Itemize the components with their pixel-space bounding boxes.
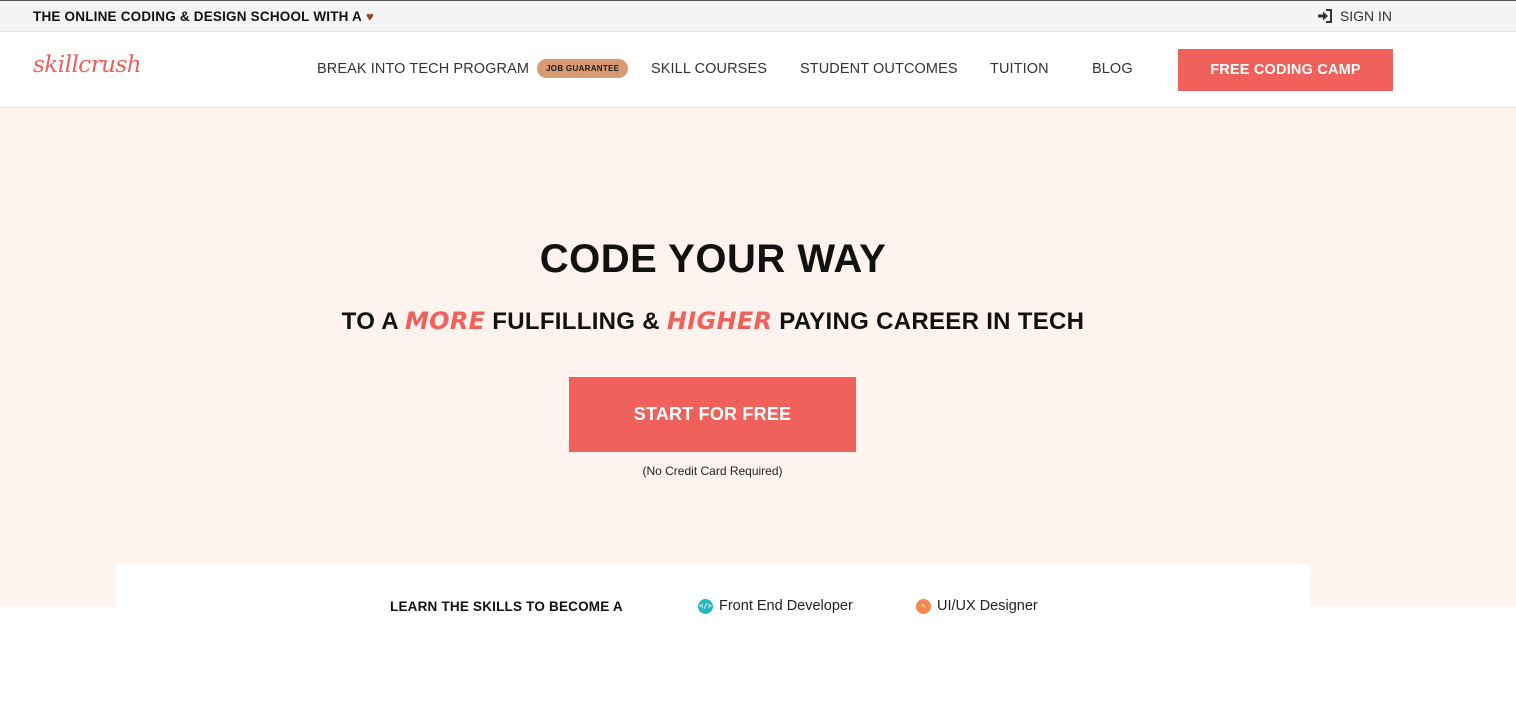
nav-item-skill-courses[interactable]: SKILL COURSES [651, 61, 767, 77]
free-coding-camp-button[interactable]: FREE CODING CAMP [1178, 49, 1393, 91]
nav-item-label: BREAK INTO TECH PROGRAM [317, 60, 530, 77]
sign-in-icon [1317, 9, 1332, 23]
heart-icon: ♥ [366, 9, 374, 24]
subtitle-text-3: PAYING CAREER IN TECH [772, 308, 1085, 335]
hero-title: CODE YOUR WAY [539, 237, 887, 281]
subtitle-text-1: TO A [341, 308, 405, 335]
code-icon: </> [698, 598, 713, 614]
announcement-text: THE ONLINE CODING & DESIGN SCHOOL WITH A… [33, 9, 374, 24]
skill-label: Front End Developer [719, 598, 853, 614]
nav-item-student-outcomes[interactable]: STUDENT OUTCOMES [800, 61, 958, 77]
subtitle-accent-more: MORE [404, 307, 486, 335]
nav-item-tuition[interactable]: TUITION [990, 61, 1049, 77]
skills-label: LEARN THE SKILLS TO BECOME A [390, 599, 623, 614]
skills-panel: LEARN THE SKILLS TO BECOME A </> Front E… [115, 564, 1310, 614]
skill-label: UI/UX Designer [937, 598, 1038, 614]
skillcrush-logo[interactable]: skillcrush [33, 52, 142, 78]
subtitle-accent-higher: HIGHER [666, 307, 773, 335]
sign-in-link[interactable]: SIGN IN [1317, 8, 1392, 24]
skill-front-end-developer[interactable]: </> Front End Developer [698, 598, 853, 614]
subtitle-text-2: FULFILLING & [485, 308, 667, 335]
announcement-bar: THE ONLINE CODING & DESIGN SCHOOL WITH A… [0, 0, 1516, 32]
skill-ui-ux-designer[interactable]: ✎ UI/UX Designer [916, 598, 1038, 614]
nav-item-break-into-tech-program[interactable]: BREAK INTO TECH PROGRAM JOB GUARANTEE [317, 59, 629, 78]
hero-section: CODE YOUR WAY TO A MORE FULFILLING & HIG… [0, 108, 1516, 607]
main-navigation: skillcrush BREAK INTO TECH PROGRAM JOB G… [0, 32, 1516, 108]
nav-item-blog[interactable]: BLOG [1092, 61, 1133, 77]
no-credit-card-note: (No Credit Card Required) [642, 464, 783, 478]
announcement-label: THE ONLINE CODING & DESIGN SCHOOL WITH A [33, 9, 363, 24]
job-guarantee-badge: JOB GUARANTEE [537, 59, 629, 78]
pencil-icon: ✎ [916, 598, 931, 614]
hero-subtitle: TO A MORE FULFILLING & HIGHER PAYING CAR… [0, 307, 1426, 336]
sign-in-label: SIGN IN [1339, 8, 1392, 24]
start-for-free-button[interactable]: START FOR FREE [569, 377, 856, 452]
